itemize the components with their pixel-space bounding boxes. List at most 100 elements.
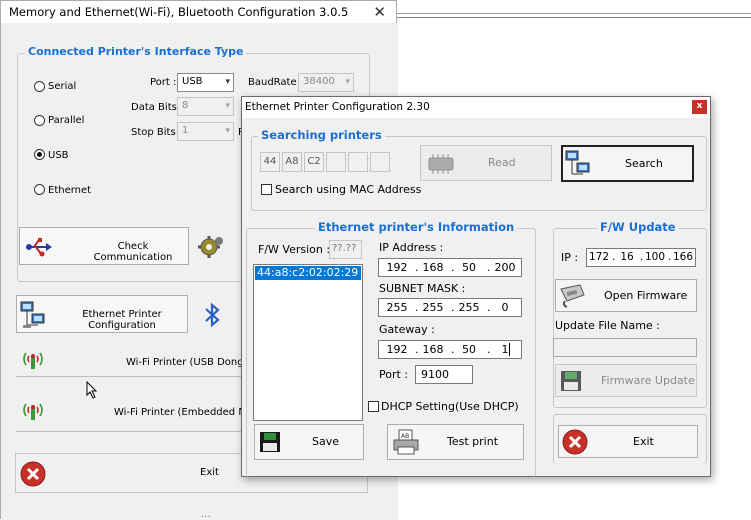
ip-dot: . xyxy=(415,343,419,356)
ip-octet: 168 xyxy=(422,343,444,356)
radio-ethernet[interactable] xyxy=(34,184,45,195)
dialog-close-button[interactable]: x xyxy=(692,100,707,114)
dialog-titlebar: Ethernet Printer Configuration 2.30 x xyxy=(242,97,710,118)
usb-icon xyxy=(26,238,52,257)
bottom-partial-text: ... xyxy=(201,509,211,520)
main-exit-label: Exit xyxy=(200,467,219,478)
radio-serial[interactable] xyxy=(34,81,45,92)
dialog-exit-button[interactable]: Exit xyxy=(558,425,698,458)
background-window-edge-line xyxy=(397,17,751,18)
text-caret xyxy=(509,343,510,356)
wifi-usb-dongle-button[interactable]: Wi-Fi Printer (USB Dongle) Co xyxy=(16,345,273,375)
dialog-title: Ethernet Printer Configuration 2.30 xyxy=(245,101,430,113)
search-button[interactable]: Search xyxy=(561,145,694,182)
bluetooth-icon[interactable] xyxy=(201,301,225,329)
searching-printers-label: Searching printers xyxy=(258,128,385,142)
close-circle-icon xyxy=(562,429,588,455)
ip-octet: 166 xyxy=(672,251,694,263)
baudrate-select[interactable]: 38400 ▾ xyxy=(298,73,354,92)
network-computers-icon xyxy=(565,150,590,175)
wifi-antenna-icon xyxy=(23,352,43,369)
list-item[interactable]: 44:a8:c2:02:02:29 xyxy=(255,266,361,280)
wifi-embedded-module-button[interactable]: Wi-Fi Printer (Embedded Module xyxy=(16,395,275,429)
check-communication-button[interactable]: Check Communication xyxy=(19,227,189,265)
search-button-label: Search xyxy=(625,157,663,170)
ip-address-field[interactable]: 192 . 168 . 50 . 200 xyxy=(378,258,522,277)
printer-info-label: Ethernet printer's Information xyxy=(315,220,518,234)
ip-octet: 200 xyxy=(494,261,516,274)
radio-parallel[interactable] xyxy=(34,115,45,126)
port-field[interactable]: 9100 xyxy=(415,365,473,384)
serial-connector-icon xyxy=(560,284,585,308)
ip-octet: 100 xyxy=(644,251,666,263)
main-window-title: Memory and Ethernet(Wi-Fi), Bluetooth Co… xyxy=(9,5,349,19)
update-file-name-label: Update File Name : xyxy=(555,319,660,332)
gear-icon[interactable] xyxy=(197,233,225,261)
radio-usb[interactable] xyxy=(34,149,45,160)
ip-octet: 255 xyxy=(422,301,444,314)
chevron-down-icon: ▾ xyxy=(225,126,230,136)
close-icon[interactable]: ✕ xyxy=(373,3,386,21)
mac-address-checkbox[interactable] xyxy=(261,184,272,195)
test-print-label: Test print xyxy=(447,435,499,448)
open-firmware-label: Open Firmware xyxy=(604,289,688,302)
gateway-field[interactable]: 192 . 168 . 50 . 1 xyxy=(378,340,522,359)
ethernet-printer-configuration-button[interactable]: Ethernet Printer Configuration xyxy=(16,295,188,333)
radio-ethernet-label: Ethernet xyxy=(48,185,92,196)
found-printers-list[interactable]: 44:a8:c2:02:02:29 xyxy=(253,264,363,421)
ip-octet: 1 xyxy=(501,343,509,356)
test-print-button[interactable]: AB Test print xyxy=(387,424,524,460)
separator xyxy=(16,376,246,377)
save-button[interactable]: Save xyxy=(254,424,364,460)
chevron-down-icon: ▾ xyxy=(225,101,230,111)
ip-dot: . xyxy=(415,261,419,274)
read-button-label: Read xyxy=(488,156,516,169)
progress-box xyxy=(370,152,390,172)
databits-select[interactable]: 8 ▾ xyxy=(177,97,234,116)
port-select[interactable]: USB ▾ xyxy=(177,73,234,92)
subnet-mask-field[interactable]: 255 . 255 . 255 . 0 xyxy=(378,298,522,317)
background-window-edge xyxy=(397,0,751,14)
ip-dot: . xyxy=(487,343,491,356)
floppy-disk-icon xyxy=(260,432,280,452)
wifi-antenna-icon xyxy=(23,403,43,420)
radio-parallel-label: Parallel xyxy=(48,115,85,126)
update-file-name-field[interactable] xyxy=(553,338,697,357)
open-firmware-button[interactable]: Open Firmware xyxy=(555,279,697,312)
radio-usb-label: USB xyxy=(48,150,69,161)
search-progress-boxes: 44 A8 C2 xyxy=(260,152,390,172)
dialog-body: Searching printers 44 A8 C2 Read Search … xyxy=(242,118,710,477)
ip-octet: 50 xyxy=(462,343,476,356)
ethernet-config-dialog: Ethernet Printer Configuration 2.30 x Se… xyxy=(241,96,711,477)
main-window-titlebar: Memory and Ethernet(Wi-Fi), Bluetooth Co… xyxy=(1,1,396,23)
fw-ip-field[interactable]: 172 . 16 . 100 . 166 xyxy=(586,248,696,267)
gateway-label: Gateway : xyxy=(379,323,435,336)
read-button[interactable]: Read xyxy=(420,145,552,181)
dhcp-checkbox-label: DHCP Setting(Use DHCP) xyxy=(381,400,519,413)
stopbits-select[interactable]: 1 ▾ xyxy=(177,122,234,141)
ip-octet: 50 xyxy=(462,261,476,274)
fw-update-label: F/W Update xyxy=(597,220,679,234)
printer-icon: AB xyxy=(393,429,419,455)
ip-octet: 16 xyxy=(620,251,634,263)
firmware-update-button[interactable]: Firmware Update xyxy=(555,364,697,397)
chevron-down-icon: ▾ xyxy=(225,77,230,87)
ip-octet: 0 xyxy=(501,301,509,314)
check-communication-label: Check Communication xyxy=(93,241,173,263)
ip-octet: 192 xyxy=(386,261,408,274)
progress-box: 44 xyxy=(260,152,280,172)
chevron-down-icon: ▾ xyxy=(345,77,350,87)
ip-dot: . xyxy=(451,343,455,356)
ip-address-label: IP Address : xyxy=(379,241,444,254)
radio-serial-label: Serial xyxy=(48,81,77,92)
ip-dot: . xyxy=(415,301,419,314)
ip-octet: 168 xyxy=(422,261,444,274)
firmware-update-label: Firmware Update xyxy=(601,374,695,387)
ip-octet: 172 xyxy=(588,251,610,263)
dhcp-checkbox[interactable] xyxy=(368,401,379,412)
fw-version-field: ??.?? xyxy=(329,240,362,259)
memory-chip-icon xyxy=(428,154,454,174)
stopbits-select-value: 1 xyxy=(182,125,189,136)
ip-octet: 192 xyxy=(386,343,408,356)
ethernet-printer-configuration-label: Ethernet Printer Configuration xyxy=(82,309,162,331)
